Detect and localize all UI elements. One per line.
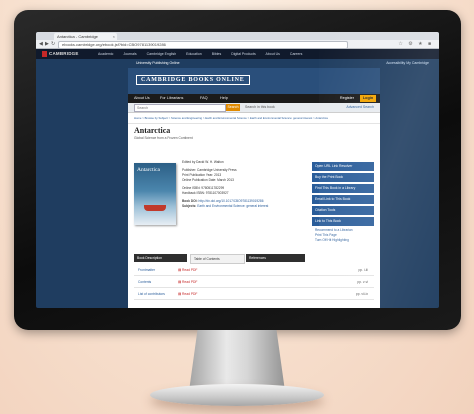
toc-item-name[interactable]: Frontmatter — [138, 268, 155, 272]
site-subnav: University Publishing Online Accessibili… — [36, 59, 439, 67]
site-topnav: CAMBRIDGE Academic Journals Cambridge En… — [36, 49, 439, 59]
logo-text: CAMBRIDGE — [49, 51, 79, 57]
toc-item-name[interactable]: List of contributors — [138, 292, 165, 296]
read-pdf-link[interactable]: ▤ Read PDF — [178, 292, 197, 296]
monitor-stand-base — [150, 384, 324, 406]
monitor-frame: Antarctica - Cambridge × ◀ ▶ ↻ ebooks.ca… — [14, 10, 461, 330]
menu-item-faq[interactable]: FAQ — [200, 96, 208, 100]
page-content: CAMBRIDGE BOOKS ONLINE About Us For Libr… — [128, 68, 380, 308]
list-item[interactable]: List of contributors ▤ Read PDF pp. vii-… — [134, 288, 374, 300]
topnav-item-bibles[interactable]: Bibles — [212, 52, 222, 56]
menu-item-librarians[interactable]: For Librarians — [160, 96, 183, 100]
subnav-upo-link[interactable]: University Publishing Online — [136, 61, 180, 65]
book-metadata: Edited by David W. H. Walton Publisher: … — [182, 160, 290, 209]
screen: Antarctica - Cambridge × ◀ ▶ ↻ ebooks.ca… — [36, 32, 439, 308]
title-block: Antarctica Global Science from a Frozen … — [128, 124, 380, 140]
topnav-item-english[interactable]: Cambridge English — [147, 52, 177, 56]
cbo-menu: About Us For Librarians FAQ Help Registe… — [128, 94, 380, 103]
reload-icon[interactable]: ↻ — [51, 41, 55, 47]
advanced-search-link[interactable]: Advanced Search — [346, 105, 374, 109]
page-range: pp. i-iii — [358, 268, 368, 272]
topnav-item-digital[interactable]: Digital Products — [231, 52, 256, 56]
doi-link[interactable]: http://dx.doi.org/10.1017/CBO97811390192… — [198, 199, 263, 203]
tab-book-description[interactable]: Book Description — [134, 254, 187, 262]
cover-title: Antarctica — [137, 167, 160, 173]
tab-table-of-contents[interactable]: Table of Contents — [190, 254, 245, 264]
tab-references[interactable]: References — [246, 254, 305, 262]
subjects-label: Subjects: — [182, 204, 197, 208]
forward-arrow-icon[interactable]: ▶ — [45, 41, 49, 47]
ship-graphic — [144, 205, 166, 211]
sidebar-actions: Open URL Link Resolver Buy the Print Boo… — [312, 162, 374, 243]
book-subtitle: Global Science from a Frozen Continent — [134, 136, 193, 140]
cambridge-logo[interactable]: CAMBRIDGE — [42, 51, 79, 57]
citation-tools-button[interactable]: Citation Tools — [312, 206, 374, 215]
browser-tab-title: Antarctica - Cambridge — [57, 34, 98, 39]
register-link[interactable]: Register — [340, 96, 354, 100]
login-button[interactable]: Login — [360, 95, 376, 102]
link-to-book-button[interactable]: Link to This Book — [312, 217, 374, 226]
hit-highlighting-link[interactable]: Turn Off Hit Highlighting — [312, 238, 374, 243]
topnav-item-about[interactable]: About Us — [266, 52, 280, 56]
topnav-items: Academic Journals Cambridge English Educ… — [98, 52, 311, 56]
browser-tab[interactable]: Antarctica - Cambridge × — [54, 33, 117, 40]
find-library-button[interactable]: Find This Book in a Library — [312, 184, 374, 193]
crest-icon — [42, 51, 47, 57]
page-title: Antarctica — [134, 126, 171, 135]
browser-addressbar: ◀ ▶ ↻ ebooks.cambridge.org/ebook.jsf?bid… — [36, 40, 439, 49]
topnav-item-education[interactable]: Education — [186, 52, 202, 56]
toc-list: Frontmatter ▤ Read PDF pp. i-iii Content… — [134, 264, 374, 300]
doi-label: Book DOI: — [182, 199, 198, 203]
search-button[interactable]: Search — [226, 104, 240, 111]
read-pdf-label: Read PDF — [182, 280, 198, 284]
list-item[interactable]: Frontmatter ▤ Read PDF pp. i-iii — [134, 264, 374, 276]
topnav-item-careers[interactable]: Careers — [290, 52, 302, 56]
breadcrumb[interactable]: Home > Browse by Subject > Science and E… — [128, 113, 380, 124]
buy-print-button[interactable]: Buy the Print Book — [312, 173, 374, 182]
content-tabs: Book Description Table of Contents Refer… — [134, 254, 306, 264]
search-scope-option[interactable]: Search in this book — [245, 105, 275, 109]
cbo-header: CAMBRIDGE BOOKS ONLINE — [128, 68, 380, 94]
browser-toolbar-icons[interactable]: ☆ ⚙ ★ ■ — [398, 41, 433, 47]
list-item[interactable]: Contents ▤ Read PDF pp. v-vi — [134, 276, 374, 288]
read-pdf-link[interactable]: ▤ Read PDF — [178, 268, 197, 272]
toc-item-name[interactable]: Contents — [138, 280, 151, 284]
read-pdf-label: Read PDF — [182, 292, 198, 296]
book-cover-image[interactable]: Antarctica — [134, 163, 176, 225]
browser-tabbar: Antarctica - Cambridge × — [36, 32, 439, 40]
subjects-link[interactable]: Earth and Environmental Science: general… — [197, 204, 268, 208]
search-input[interactable]: Search — [134, 104, 226, 112]
subnav-account-links[interactable]: Accessibility My Cambridge — [386, 61, 429, 65]
back-arrow-icon[interactable]: ◀ — [39, 41, 43, 47]
search-row: Search Search Search in this book Advanc… — [128, 103, 380, 113]
read-pdf-label: Read PDF — [182, 268, 198, 272]
email-link-button[interactable]: Email Link to This Book — [312, 195, 374, 204]
topnav-item-academic[interactable]: Academic — [98, 52, 113, 56]
page-range: pp. vii-ix — [355, 292, 368, 296]
monitor-stand-neck — [189, 330, 285, 390]
menu-item-about[interactable]: About Us — [134, 96, 150, 100]
close-icon[interactable]: × — [113, 33, 115, 40]
url-field[interactable]: ebooks.cambridge.org/ebook.jsf?bid=CBO97… — [58, 41, 348, 49]
menu-item-help[interactable]: Help — [220, 96, 228, 100]
read-pdf-link[interactable]: ▤ Read PDF — [178, 280, 197, 284]
cbo-logo[interactable]: CAMBRIDGE BOOKS ONLINE — [136, 75, 250, 85]
openurl-button[interactable]: Open URL Link Resolver — [312, 162, 374, 171]
topnav-item-journals[interactable]: Journals — [123, 52, 136, 56]
page-range: pp. v-vi — [357, 280, 368, 284]
